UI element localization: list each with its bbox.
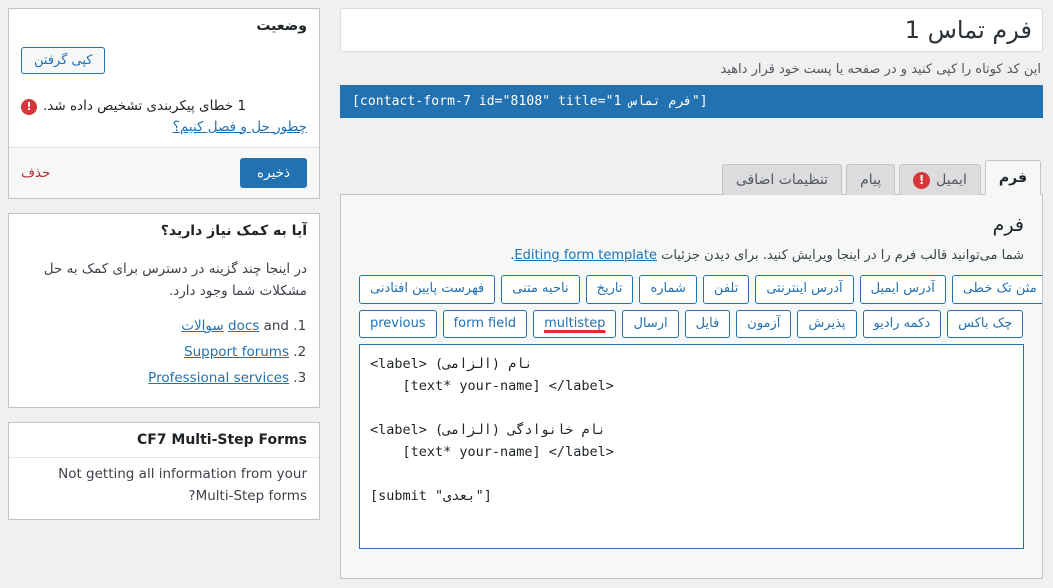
- status-box-title: وضعیت: [256, 18, 307, 34]
- help-list-item: docs and سوالات: [21, 314, 289, 339]
- tag-button-تلفن[interactable]: تلفن: [702, 274, 750, 304]
- panel-title: فرم: [992, 214, 1024, 237]
- tab-alert-icon: !: [913, 171, 931, 189]
- tab-label: تنظیمات اضافی: [735, 172, 829, 189]
- alert-icon: !: [21, 99, 37, 115]
- main-content-column: این کد کوتاه را کپی کنید و در صفحه یا پس…: [330, 0, 1053, 588]
- form-panel: فرم شما می‌توانید قالب فرم را در اینجا و…: [340, 194, 1043, 580]
- tag-button-چک-باکس[interactable]: چک باکس: [947, 309, 1024, 339]
- form-tag-generator-buttons: مثن تک خطی آدرس ایمیل آدرس اینترنتی تلفن شما…: [359, 274, 1042, 339]
- config-error-howto: چطور حل و فصل کنیم؟: [21, 119, 307, 135]
- tab-label: پیام: [860, 172, 882, 189]
- tab-1[interactable]: ایمیل!: [899, 164, 981, 196]
- tag-row-0: مثن تک خطی آدرس ایمیل آدرس اینترنتی تلفن شما…: [359, 274, 1042, 304]
- status-box-body: کپی گرفتن 1 خطای پیکربندی تشخیص داده شد.…: [9, 43, 319, 147]
- promo-box-text: Not getting all information from your Mu…: [58, 466, 307, 504]
- help-link-2[interactable]: Professional services: [148, 370, 289, 386]
- tab-label: فرم: [998, 169, 1027, 186]
- save-button[interactable]: ذخیره: [240, 157, 307, 188]
- help-box: آیا به کمک نیاز دارید؟ در اینجا چند گزین…: [8, 212, 320, 409]
- status-box-footer: ذخیره حذف: [9, 146, 319, 198]
- help-links-list: docs and سوالات Support forums Professiona…: [21, 314, 289, 391]
- tab-2[interactable]: پیام: [846, 164, 896, 196]
- help-box-title: آیا به کمک نیاز دارید؟: [160, 222, 307, 239]
- tag-button-دکمه-رادیو[interactable]: دکمه رادیو: [862, 309, 942, 339]
- tag-button-فایل[interactable]: فایل: [684, 309, 731, 339]
- panel-description-text: شما می‌توانید قالب فرم را در اینجا ویرای…: [656, 248, 1024, 264]
- shortcode-hint-text: این کد کوتاه را کپی کنید و در صفحه یا پس…: [720, 62, 1041, 77]
- form-title-input[interactable]: [340, 8, 1043, 52]
- sidebar-column: وضعیت کپی گرفتن 1 خطای پیکربندی تشخیص دا…: [0, 0, 330, 588]
- help-link-secondary-0[interactable]: سوالات: [181, 318, 223, 334]
- tag-button-آدرس-اینترنتی[interactable]: آدرس اینترنتی: [755, 274, 854, 304]
- tag-button-form-field[interactable]: form field: [442, 309, 528, 339]
- tag-button-تاریخ[interactable]: تاریخ: [585, 274, 634, 304]
- promo-box-title: CF7 Multi-Step Forms: [9, 423, 319, 459]
- editing-form-template-link[interactable]: Editing form template: [514, 248, 657, 263]
- tag-button-پذیرش[interactable]: پذیرش: [797, 309, 857, 339]
- panel-description: شما می‌توانید قالب فرم را در اینجا ویرای…: [359, 246, 1024, 266]
- help-box-text: در اینجا چند گزینه در دسترس برای کمک به …: [43, 260, 307, 299]
- editor-tabs: فرم ایمیل! پیام تنظیمات اضافی: [340, 160, 1043, 196]
- tag-button-فهرست-پایین-افتادنی[interactable]: فهرست پایین افتادنی: [359, 274, 496, 304]
- tag-row-1: چک باکس دکمه رادیو پذیرش آزمون فایل ارسال mult…: [359, 309, 1024, 339]
- tag-button-آزمون[interactable]: آزمون: [736, 309, 792, 339]
- copy-shortcode-button[interactable]: کپی گرفتن: [21, 47, 106, 74]
- tag-button-ناحیه-متنی[interactable]: ناحیه متنی: [501, 274, 580, 304]
- contact-form-7-editor-page: این کد کوتاه را کپی کنید و در صفحه یا پس…: [0, 0, 1053, 588]
- help-link-1[interactable]: Support forums: [184, 344, 289, 360]
- tag-button-مثن-تک-خطی[interactable]: مثن تک خطی: [951, 274, 1042, 304]
- tab-label: ایمیل: [936, 172, 967, 189]
- tag-button-ارسال[interactable]: ارسال: [622, 309, 679, 339]
- shortcode-field[interactable]: [340, 85, 1043, 119]
- help-list-item: Professional services: [21, 366, 289, 391]
- help-list-item: Support forums: [21, 340, 289, 365]
- help-link-0[interactable]: docs: [228, 318, 259, 334]
- how-to-resolve-link[interactable]: چطور حل و فصل کنیم؟: [173, 119, 307, 135]
- tab-3[interactable]: تنظیمات اضافی: [721, 164, 843, 196]
- tag-button-آدرس-ایمیل[interactable]: آدرس ایمیل: [859, 274, 946, 304]
- promo-box: CF7 Multi-Step Forms Not getting all inf…: [8, 422, 320, 521]
- tag-button-شماره[interactable]: شماره: [639, 274, 697, 304]
- delete-link[interactable]: حذف: [21, 165, 50, 181]
- tab-0[interactable]: فرم: [984, 160, 1041, 196]
- promo-box-body: Not getting all information from your Mu…: [9, 458, 319, 519]
- config-error-message: 1 خطای پیکربندی تشخیص داده شد. !: [21, 96, 307, 118]
- tag-button-previous[interactable]: previous: [359, 309, 437, 339]
- form-template-textarea[interactable]: [359, 344, 1024, 550]
- tag-button-multistep[interactable]: multistep: [533, 309, 617, 339]
- config-error-text: 1 خطای پیکربندی تشخیص داده شد.: [43, 98, 247, 114]
- status-box: وضعیت کپی گرفتن 1 خطای پیکربندی تشخیص دا…: [8, 8, 320, 199]
- help-box-body: در اینجا چند گزینه در دسترس برای کمک به …: [9, 248, 319, 407]
